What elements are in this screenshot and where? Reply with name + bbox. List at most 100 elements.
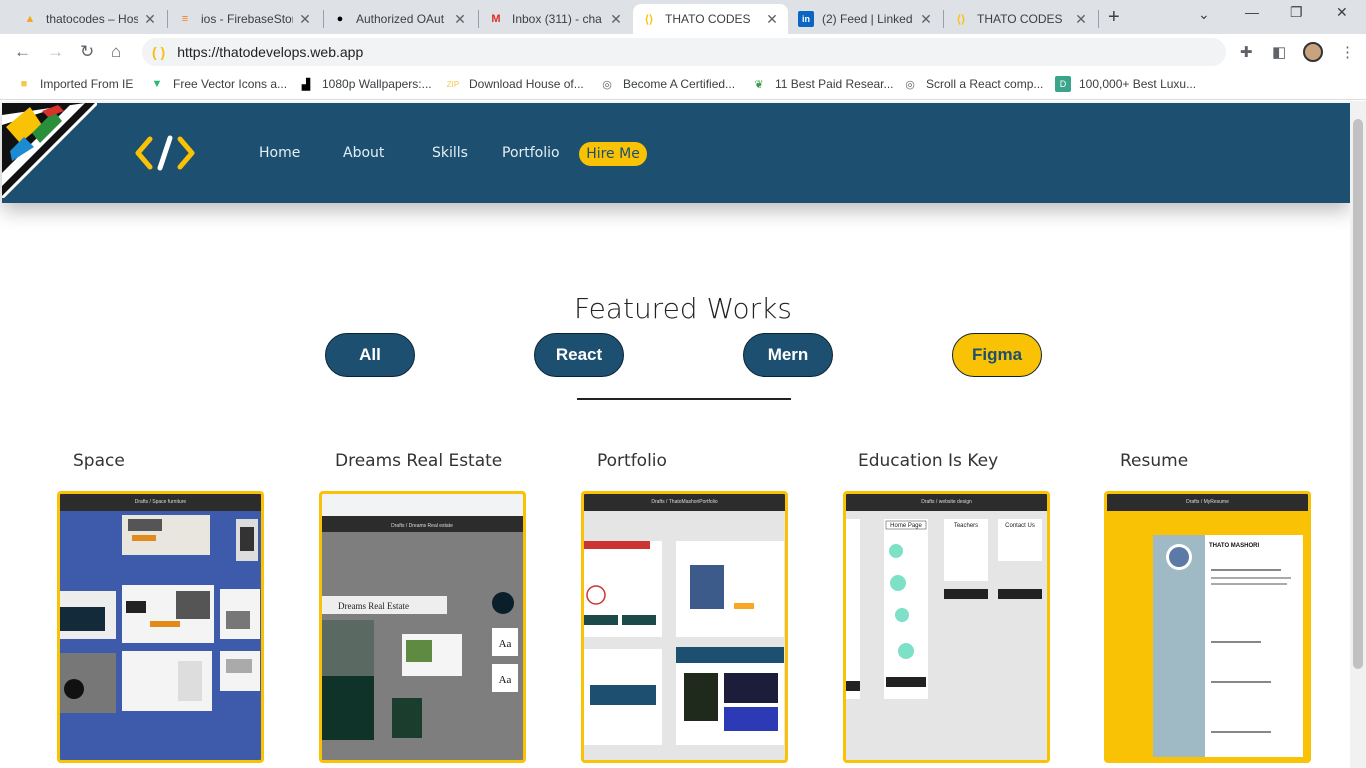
project-title: Space — [73, 451, 125, 471]
browser-tab-preview — [322, 494, 523, 516]
browser-tab-active[interactable]: ⟨⟩ THATO CODES ✕ — [633, 4, 788, 34]
url-text[interactable]: https://thatodevelops.web.app — [177, 44, 363, 60]
filter-figma-button[interactable]: Figma — [952, 333, 1042, 377]
linkedin-icon: in — [798, 11, 814, 27]
menu-kebab-icon[interactable]: ⋮ — [1340, 43, 1355, 61]
browser-tab[interactable]: ● Authorized OAut ✕ — [324, 4, 476, 34]
close-tab-icon[interactable]: ✕ — [918, 11, 934, 28]
project-thumbnail — [584, 541, 784, 745]
side-panel-icon[interactable]: ◧ — [1272, 43, 1286, 61]
filter-react-button[interactable]: React — [534, 333, 624, 377]
project-card-dreams-real-estate[interactable]: Drafts / Dreams Real estate Dreams Real … — [319, 491, 526, 763]
bookmark-label: Become A Certified... — [623, 77, 736, 91]
globe-icon: ◎ — [905, 78, 915, 91]
wallpaper-icon: ▟ — [301, 78, 311, 91]
d-icon: D — [1055, 76, 1071, 92]
project-card-portfolio[interactable]: Drafts / ThatoMashoriPortfolio — [581, 491, 788, 763]
extensions-icon[interactable]: ✚ — [1240, 43, 1253, 61]
tab-title: THATO CODES — [977, 12, 1063, 26]
page-content: Home About Skills Portfolio Hire Me Feat… — [0, 101, 1350, 768]
close-tab-icon[interactable]: ✕ — [1073, 11, 1089, 28]
browser-tab[interactable]: M Inbox (311) - cha ✕ — [480, 4, 632, 34]
tab-title: THATO CODES — [665, 12, 751, 26]
figma-file-bar: Drafts / Space furniture — [60, 494, 261, 511]
tab-title: (2) Feed | Linked — [822, 12, 913, 26]
firebase-icon: ▲ — [24, 13, 36, 25]
project-card-education-is-key[interactable]: Drafts / website design Home Page Teache… — [843, 491, 1050, 763]
svg-text:Teachers: Teachers — [954, 523, 978, 529]
section-divider — [577, 398, 791, 400]
close-window-button[interactable]: ✕ — [1336, 4, 1348, 21]
nav-skills[interactable]: Skills — [432, 145, 468, 161]
svg-text:Aa: Aa — [499, 674, 512, 686]
tab-title: Inbox (311) - cha — [512, 12, 602, 26]
figma-file-bar: Drafts / website design — [846, 494, 1047, 511]
bookmark-item[interactable]: ❦ 11 Best Paid Resear... — [751, 76, 894, 92]
bookmark-item[interactable]: ■ Imported From IE — [16, 76, 134, 92]
figma-file-bar: Drafts / MyResume — [1107, 494, 1308, 511]
site-info-icon[interactable]: ( ) — [152, 44, 165, 60]
browser-tab[interactable]: ⟨⟩ THATO CODES ✕ — [945, 4, 1097, 34]
close-tab-icon[interactable]: ✕ — [608, 11, 624, 28]
leaf-icon: ❦ — [754, 78, 764, 91]
bookmark-item[interactable]: ZIP Download House of... — [445, 76, 584, 92]
new-tab-button[interactable]: + — [1108, 6, 1120, 29]
hire-me-button[interactable]: Hire Me — [579, 142, 647, 166]
back-arrow-icon[interactable]: ← — [14, 42, 31, 62]
bookmark-item[interactable]: ▼ Free Vector Icons a... — [149, 76, 288, 92]
tab-search-icon[interactable]: ⌄ — [1198, 6, 1210, 23]
african-pattern-decoration — [2, 103, 97, 198]
gmail-icon: M — [491, 13, 501, 25]
close-tab-icon[interactable]: ✕ — [297, 11, 313, 28]
browser-tab-strip: ▲ thatocodes – Hos ✕ ≡ ios - FirebaseSto… — [0, 0, 1366, 34]
restore-button[interactable]: ❐ — [1290, 4, 1303, 21]
project-card-space[interactable]: Drafts / Space furniture — [57, 491, 264, 763]
browser-tab[interactable]: ▲ thatocodes – Hos ✕ — [14, 4, 166, 34]
close-tab-icon[interactable]: ✕ — [452, 11, 468, 28]
project-title: Resume — [1120, 451, 1189, 471]
stackoverflow-icon: ≡ — [181, 13, 189, 25]
folder-icon: ■ — [20, 78, 28, 90]
svg-text:Aa: Aa — [499, 638, 512, 650]
bookmark-label: Scroll a React comp... — [926, 77, 1044, 91]
site-logo[interactable] — [134, 135, 196, 171]
filter-all-button[interactable]: All — [325, 333, 415, 377]
reload-icon[interactable]: ↻ — [80, 42, 94, 62]
close-tab-icon[interactable]: ✕ — [764, 11, 780, 28]
site-header: Home About Skills Portfolio Hire Me — [2, 103, 1350, 203]
project-thumbnail: Home Page Teachers Contact Us — [846, 519, 1042, 699]
scrollbar-thumb[interactable] — [1353, 119, 1363, 669]
address-bar[interactable]: ( ) https://thatodevelops.web.app — [142, 38, 1226, 66]
page-scrollbar[interactable] — [1350, 101, 1366, 768]
bookmark-item[interactable]: ◎ Scroll a React comp... — [902, 76, 1043, 92]
bookmark-label: Free Vector Icons a... — [173, 77, 288, 91]
forward-arrow-icon[interactable]: → — [47, 42, 64, 62]
section-title: Featured Works — [574, 292, 792, 325]
site-code-icon: ⟨⟩ — [956, 13, 966, 26]
nav-home[interactable]: Home — [259, 145, 300, 161]
bookmark-item[interactable]: D 100,000+ Best Luxu... — [1055, 76, 1196, 92]
project-title: Portfolio — [597, 451, 667, 471]
browser-tab[interactable]: in (2) Feed | Linked ✕ — [790, 4, 942, 34]
tab-title: Authorized OAut — [356, 12, 445, 26]
svg-text:Contact Us: Contact Us — [1005, 523, 1035, 529]
site-code-icon: ⟨⟩ — [644, 13, 654, 26]
bookmark-label: 100,000+ Best Luxu... — [1079, 77, 1197, 91]
close-tab-icon[interactable]: ✕ — [142, 11, 158, 28]
bookmark-label: Download House of... — [469, 77, 584, 91]
bookmark-item[interactable]: ◎ Become A Certified... — [599, 76, 735, 92]
browser-tab[interactable]: ≡ ios - FirebaseStor ✕ — [169, 4, 321, 34]
figma-file-bar: Drafts / ThatoMashoriPortfolio — [584, 494, 785, 511]
project-card-resume[interactable]: Drafts / MyResume THATO MASHORI — [1104, 491, 1311, 763]
bookmark-label: 11 Best Paid Resear... — [775, 77, 894, 91]
home-icon[interactable]: ⌂ — [111, 42, 121, 62]
svg-text:THATO MASHORI: THATO MASHORI — [1209, 543, 1259, 549]
profile-avatar[interactable] — [1303, 42, 1323, 62]
minimize-button[interactable]: — — [1245, 4, 1259, 20]
project-thumbnail: THATO MASHORI — [1153, 535, 1303, 757]
filter-mern-button[interactable]: Mern — [743, 333, 833, 377]
project-thumbnail: Drafts / Dreams Real estate Dreams Real … — [322, 516, 523, 740]
nav-about[interactable]: About — [343, 145, 384, 161]
nav-portfolio[interactable]: Portfolio — [502, 145, 560, 161]
bookmark-item[interactable]: ▟ 1080p Wallpapers:... — [298, 76, 432, 92]
